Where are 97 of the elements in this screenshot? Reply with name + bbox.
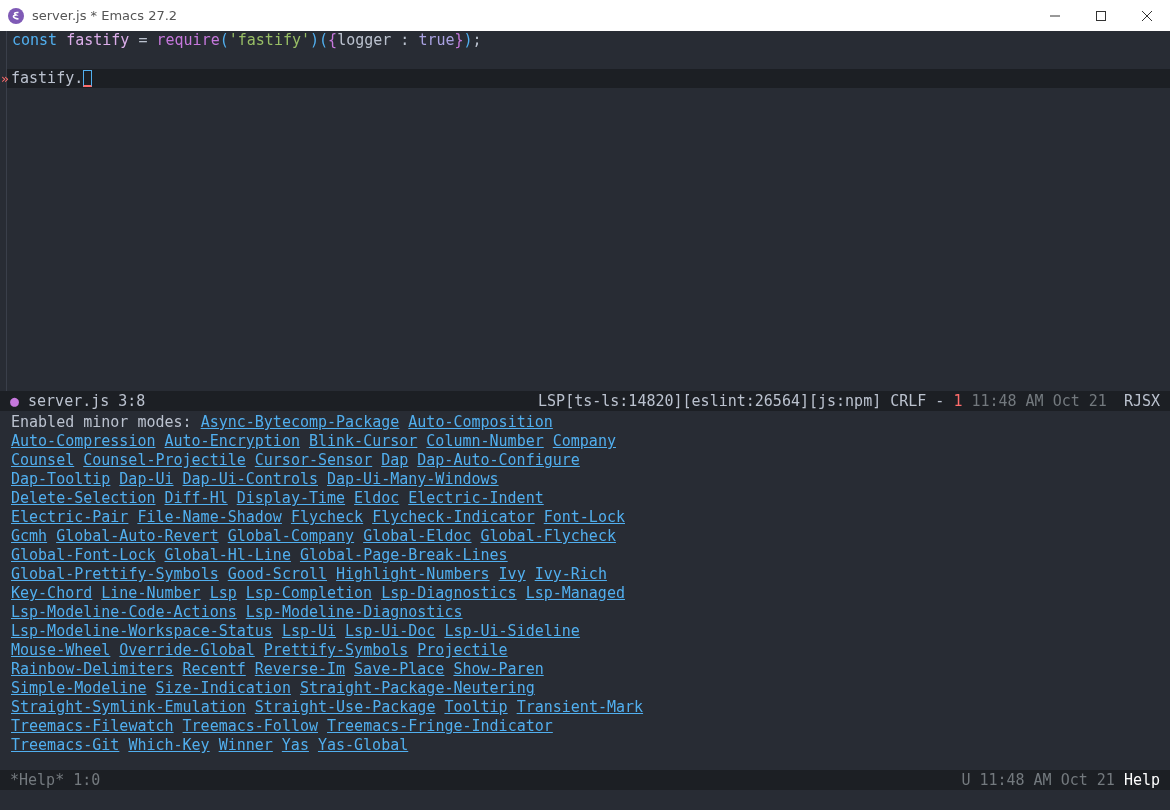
mode-link[interactable]: Counsel [11,451,75,470]
separator: - [935,392,945,410]
mode-link[interactable]: Key-Chord [11,584,93,603]
mode-link[interactable]: Lsp-Modeline-Code-Actions [11,603,237,622]
mode-link[interactable]: Lsp-Ui-Sideline [444,622,580,641]
mode-link[interactable]: Override-Global [119,641,255,660]
encoding: U [961,771,971,789]
mode-link[interactable]: Global-Company [227,527,355,546]
mode-link[interactable]: Dap-Tooltip [11,470,111,489]
mode-link[interactable]: Dap-Ui [119,470,174,489]
mode-link[interactable]: Treemacs-Follow [182,717,319,736]
mode-link[interactable]: Prettify-Symbols [263,641,409,660]
major-mode: Help [1123,771,1160,789]
mode-link[interactable]: Async-Bytecomp-Package [200,413,400,432]
mode-link[interactable]: Gcmh [11,527,48,546]
mode-link[interactable]: Global-Font-Lock [11,546,156,565]
mode-link[interactable]: Auto-Composition [408,413,553,432]
mode-link[interactable]: Lsp-Managed [525,584,625,603]
error-count: 1 [953,392,963,410]
mode-link[interactable]: Treemacs-Filewatch [11,717,174,736]
mode-link[interactable]: Lsp-Modeline-Workspace-Status [11,622,273,641]
clock: 11:48 AM Oct 21 [971,392,1107,410]
mode-link[interactable]: Yas-Global [317,736,409,755]
mode-link[interactable]: Projectile [417,641,508,660]
mode-link[interactable]: Simple-Modeline [11,679,147,698]
mode-link[interactable]: Flycheck-Indicator [372,508,535,527]
mode-link[interactable]: Blink-Cursor [308,432,418,451]
mode-link[interactable]: Winner [218,736,273,755]
mode-link[interactable]: Global-Hl-Line [164,546,291,565]
mode-link[interactable]: Highlight-Numbers [336,565,490,584]
mode-link[interactable]: Dap-Auto-Configure [417,451,580,470]
window-title: server.js * Emacs 27.2 [32,8,179,23]
mode-link[interactable]: Lsp-Completion [245,584,373,603]
mode-link[interactable]: Global-Auto-Revert [56,527,219,546]
major-mode: RJSX [1123,392,1160,410]
mode-link[interactable]: Cursor-Sensor [254,451,373,470]
mode-link[interactable]: Ivy [498,565,526,584]
mode-link[interactable]: Treemacs-Git [11,736,120,755]
lsp-status: LSP[ts-ls:14820][eslint:26564][js:npm] [538,392,882,410]
mode-link[interactable]: Yas [281,736,309,755]
mode-link[interactable]: Ivy-Rich [534,565,607,584]
mode-link[interactable]: Size-Indication [155,679,291,698]
mode-link[interactable]: Global-Flycheck [480,527,616,546]
mode-link[interactable]: Auto-Compression [11,432,156,451]
cursor-position: 3:8 [118,392,146,410]
mode-link[interactable]: Global-Page-Break-Lines [299,546,508,565]
mode-link[interactable]: Auto-Encryption [164,432,300,451]
mode-link[interactable]: Company [552,432,616,451]
mode-link[interactable]: Straight-Package-Neutering [299,679,535,698]
mode-link[interactable]: Display-Time [236,489,346,508]
mode-link[interactable]: Good-Scroll [227,565,328,584]
mode-link[interactable]: Rainbow-Delimiters [11,660,174,679]
code-line: const fastify = require('fastify')({logger : true}); [11,31,482,50]
mode-link[interactable]: Font-Lock [543,508,625,527]
mode-link[interactable]: Lsp-Ui [281,622,337,641]
mode-link[interactable]: Delete-Selection [11,489,156,508]
mode-link[interactable]: Save-Place [354,660,445,679]
cursor-position: 1:0 [73,771,101,789]
mode-link[interactable]: Global-Eldoc [363,527,472,546]
buffer-name: *Help* [10,771,65,789]
clock: 11:48 AM Oct 21 [979,771,1115,789]
mode-link[interactable]: Which-Key [128,736,210,755]
mode-link[interactable]: Recentf [182,660,246,679]
mode-link[interactable]: Treemacs-Fringe-Indicator [327,717,553,736]
mode-link[interactable]: Straight-Use-Package [254,698,436,717]
mode-link[interactable]: Mouse-Wheel [11,641,111,660]
mode-link[interactable]: Global-Prettify-Symbols [11,565,219,584]
mode-link[interactable]: Column-Number [426,432,544,451]
mode-link[interactable]: Lsp-Modeline-Diagnostics [245,603,463,622]
mode-link[interactable]: Straight-Symlink-Emulation [11,698,246,717]
mode-link[interactable]: File-Name-Shadow [137,508,282,527]
mode-link[interactable]: Tooltip [444,698,508,717]
line-ending: CRLF [890,392,927,410]
fringe-marker: » [1,70,6,88]
mode-link[interactable]: Lsp-Diagnostics [381,584,517,603]
mode-link[interactable]: Electric-Indent [408,489,544,508]
mode-link[interactable]: Flycheck [290,508,364,527]
mode-link[interactable]: Dap-Ui-Many-Windows [327,470,499,489]
close-icon [1142,10,1152,21]
mode-link[interactable]: Diff-Hl [164,489,228,508]
maximize-icon [1096,10,1106,21]
buffer-name: server.js [28,392,110,410]
mode-link[interactable]: Eldoc [354,489,400,508]
status-dot: ● [10,392,20,410]
app-logo-icon [8,7,24,24]
mode-link[interactable]: Lsp-Ui-Doc [345,622,436,641]
mode-link[interactable]: Lsp [209,584,237,603]
mode-link[interactable]: Dap-Ui-Controls [182,470,318,489]
mode-link[interactable]: Counsel-Projectile [83,451,246,470]
mode-link[interactable]: Dap [381,451,409,470]
mode-link[interactable]: Transient-Mark [516,698,644,717]
mode-link[interactable]: Line-Number [101,584,201,603]
mode-link[interactable]: Electric-Pair [11,508,129,527]
help-label: Enabled minor modes: [11,413,192,432]
mode-link[interactable]: Reverse-Im [254,660,346,679]
code-line: fastify. [10,69,84,88]
mode-link[interactable]: Show-Paren [453,660,544,679]
